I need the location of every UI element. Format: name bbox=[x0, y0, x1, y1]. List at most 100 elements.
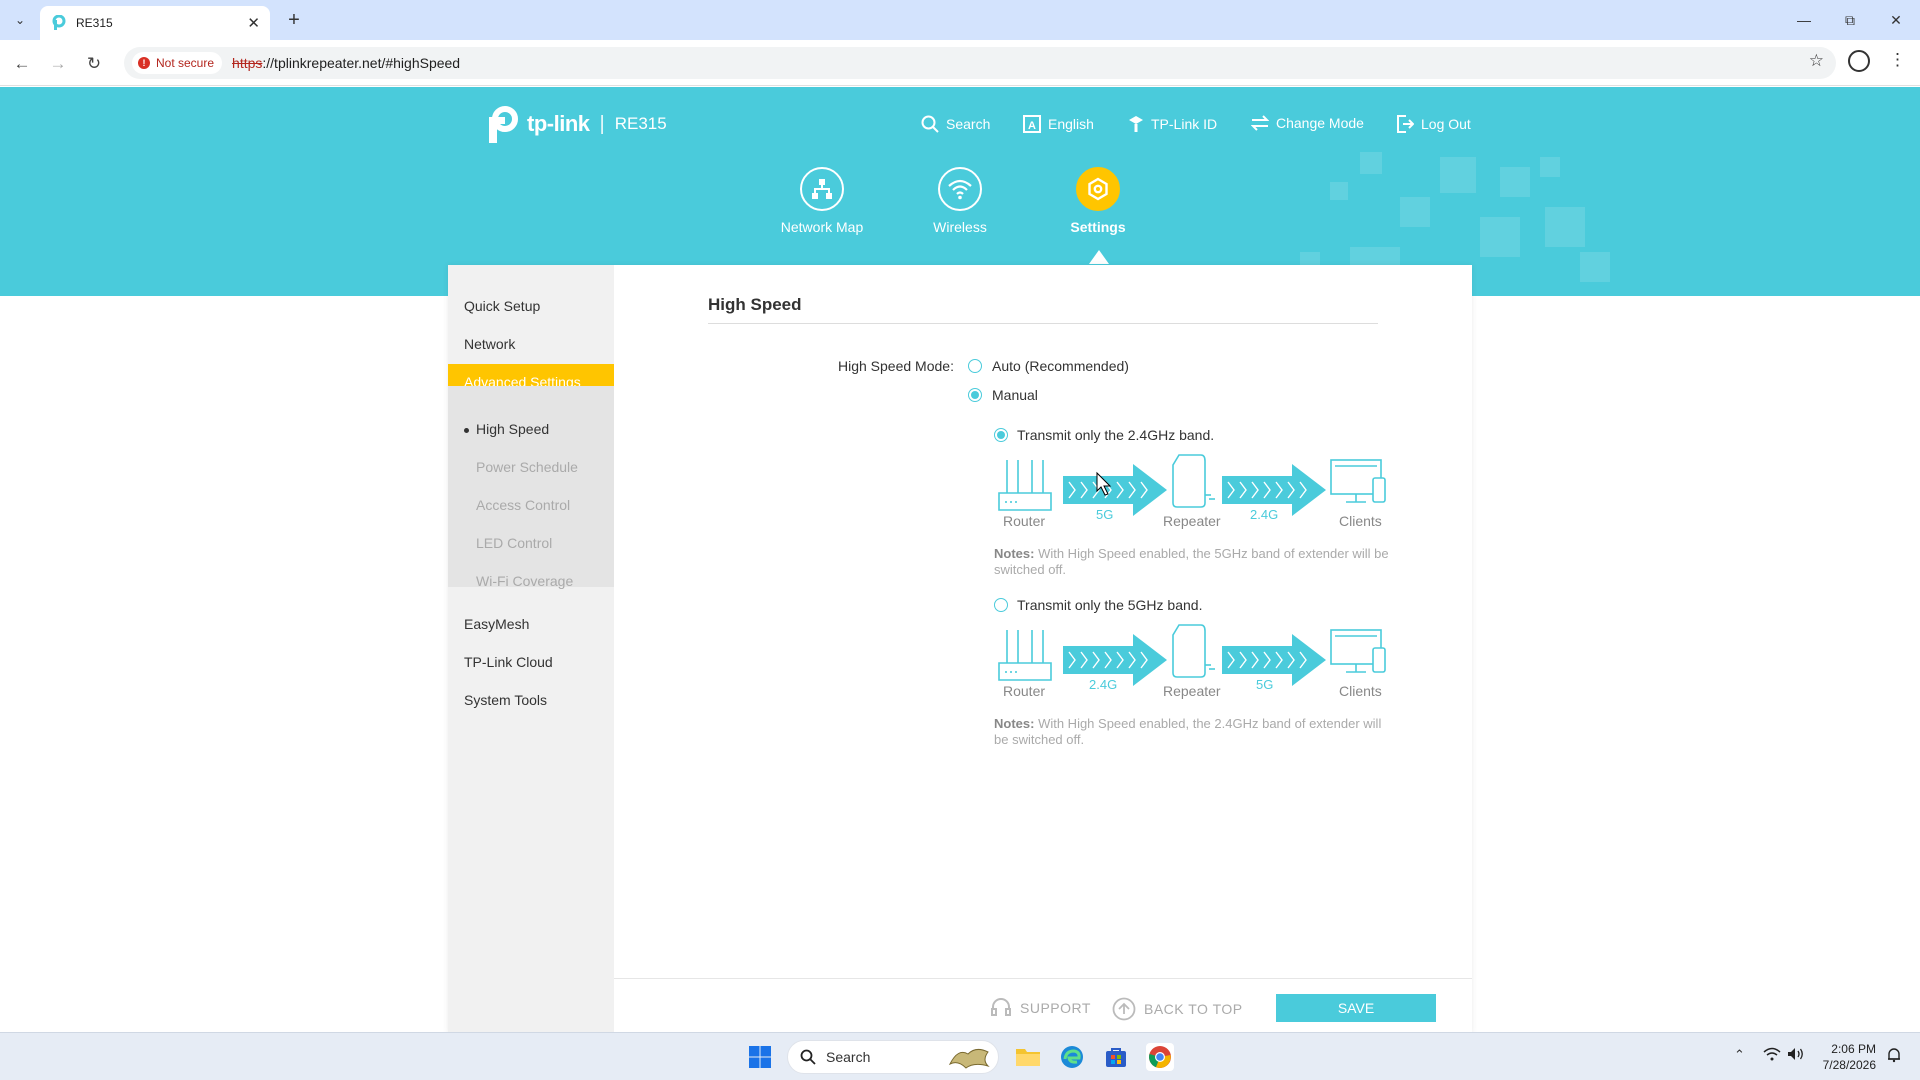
new-tab-button[interactable]: + bbox=[282, 8, 306, 32]
diagram1-repeater-label: Repeater bbox=[1163, 513, 1221, 529]
tab-close-icon[interactable]: ✕ bbox=[247, 14, 260, 32]
sidebar-sub-power-schedule[interactable]: Power Schedule bbox=[476, 459, 578, 475]
radio-transmit-24ghz[interactable] bbox=[994, 428, 1008, 442]
radio-transmit-5ghz-label[interactable]: Transmit only the 5GHz band. bbox=[1017, 597, 1202, 613]
banner-decoration bbox=[1330, 182, 1348, 200]
diagram1-router-label: Router bbox=[1003, 513, 1046, 529]
wireless-label: Wireless bbox=[933, 219, 987, 235]
warning-icon: ! bbox=[138, 57, 150, 69]
profile-icon[interactable] bbox=[1848, 50, 1870, 72]
not-secure-label: Not secure bbox=[156, 56, 215, 70]
address-bar[interactable]: ! Not secure https ://tplinkrepeater.net… bbox=[124, 47, 1836, 79]
tplink-logo: tp-link | RE315 bbox=[483, 105, 667, 143]
clock-date: 7/28/2026 bbox=[1822, 1058, 1876, 1072]
sidebar-sub-led-control[interactable]: LED Control bbox=[476, 535, 552, 551]
back-to-top-link[interactable]: BACK TO TOP bbox=[1112, 997, 1243, 1021]
sidebar-item-quick-setup[interactable]: Quick Setup bbox=[448, 288, 614, 324]
wifi-icon bbox=[938, 167, 982, 211]
radio-auto-label[interactable]: Auto (Recommended) bbox=[992, 358, 1129, 374]
bookmark-star-icon[interactable]: ☆ bbox=[1809, 51, 1824, 71]
windows-taskbar: Search ⌃ 2:06 PM 7/28/2026 bbox=[0, 1032, 1920, 1080]
browser-menu-icon[interactable]: ⋮ bbox=[1889, 50, 1906, 70]
radio-transmit-24ghz-label[interactable]: Transmit only the 2.4GHz band. bbox=[1017, 427, 1214, 443]
browser-tab[interactable]: RE315 ✕ bbox=[40, 6, 270, 40]
banner-decoration bbox=[1500, 167, 1530, 197]
sidebar-sub-wifi-coverage[interactable]: Wi-Fi Coverage bbox=[476, 573, 573, 589]
taskbar-search[interactable]: Search bbox=[787, 1040, 999, 1074]
diagram1-notes: Notes: With High Speed enabled, the 5GHz… bbox=[994, 546, 1394, 578]
search-link-label: Search bbox=[946, 116, 991, 132]
forward-icon[interactable]: → bbox=[46, 52, 70, 76]
logout-icon bbox=[1397, 115, 1414, 133]
restore-button[interactable]: ⧉ bbox=[1836, 8, 1864, 32]
notes-prefix: Notes: bbox=[994, 546, 1035, 561]
submenu-panel bbox=[448, 386, 614, 587]
router-admin-page: tp-link | RE315 Search A English TP-Link… bbox=[0, 87, 1920, 1032]
network-map-label: Network Map bbox=[780, 219, 864, 235]
svg-text:A: A bbox=[1028, 120, 1036, 132]
system-clock[interactable]: 2:06 PM 7/28/2026 bbox=[1823, 1041, 1876, 1073]
change-mode-link[interactable]: Change Mode bbox=[1251, 115, 1364, 131]
tplink-id-link[interactable]: TP-Link ID bbox=[1128, 115, 1217, 133]
radio-transmit-5ghz[interactable] bbox=[994, 598, 1008, 612]
minimize-button[interactable]: — bbox=[1790, 8, 1818, 32]
browser-tabstrip: ⌄ RE315 ✕ + — ⧉ ✕ bbox=[0, 0, 1920, 40]
notification-bell-icon[interactable] bbox=[1886, 1047, 1902, 1066]
url-scheme: https bbox=[232, 55, 263, 71]
file-explorer-icon[interactable] bbox=[1014, 1043, 1042, 1071]
sidebar-sub-high-speed[interactable]: High Speed bbox=[476, 421, 549, 437]
not-secure-badge[interactable]: ! Not secure bbox=[132, 52, 223, 74]
diagram2-band-in: 2.4G bbox=[1089, 677, 1118, 692]
page-title: High Speed bbox=[708, 295, 802, 314]
save-button[interactable]: SAVE bbox=[1276, 994, 1436, 1022]
clock-time: 2:06 PM bbox=[1831, 1042, 1876, 1056]
tab-search-icon[interactable]: ⌄ bbox=[8, 8, 32, 32]
banner-decoration bbox=[1545, 207, 1585, 247]
sidebar-item-tplink-cloud[interactable]: TP-Link Cloud bbox=[448, 644, 614, 680]
tray-overflow-icon[interactable]: ⌃ bbox=[1734, 1047, 1745, 1063]
banner-decoration bbox=[1540, 157, 1560, 177]
back-icon[interactable]: ← bbox=[10, 52, 34, 76]
notes-text: With High Speed enabled, the 5GHz band o… bbox=[994, 546, 1389, 577]
windows-start-icon[interactable] bbox=[746, 1043, 774, 1071]
tab-wireless[interactable]: Wireless bbox=[890, 167, 1030, 235]
diagram2-repeater-label: Repeater bbox=[1163, 683, 1221, 699]
tab-settings[interactable]: Settings bbox=[1028, 167, 1168, 235]
support-link[interactable]: SUPPORT bbox=[990, 997, 1091, 1019]
sidebar-item-network[interactable]: Network bbox=[448, 326, 614, 362]
search-link[interactable]: Search bbox=[921, 115, 990, 133]
logout-link[interactable]: Log Out bbox=[1396, 115, 1471, 133]
sidebar-item-easymesh[interactable]: EasyMesh bbox=[448, 606, 614, 642]
banner-decoration bbox=[1440, 157, 1476, 193]
wifi-status-icon[interactable] bbox=[1763, 1047, 1781, 1064]
radio-auto[interactable] bbox=[968, 359, 982, 373]
banner-decoration bbox=[1480, 217, 1520, 257]
reload-icon[interactable]: ↻ bbox=[82, 52, 106, 76]
url-text: ://tplinkrepeater.net/#highSpeed bbox=[262, 55, 461, 71]
radio-manual-label[interactable]: Manual bbox=[992, 387, 1038, 403]
gear-icon bbox=[1076, 167, 1120, 211]
diagram2-notes: Notes: With High Speed enabled, the 2.4G… bbox=[994, 716, 1394, 748]
browser-toolbar: ← → ↻ ! Not secure https ://tplinkrepeat… bbox=[0, 40, 1920, 86]
banner-decoration bbox=[1360, 152, 1382, 174]
network-map-icon bbox=[800, 167, 844, 211]
chrome-browser-icon[interactable] bbox=[1146, 1043, 1174, 1071]
language-selector[interactable]: A English bbox=[1023, 115, 1094, 133]
settings-card: Quick Setup Network Advanced Settings Hi… bbox=[448, 265, 1472, 1032]
microsoft-store-icon[interactable] bbox=[1102, 1043, 1130, 1071]
edge-browser-icon[interactable] bbox=[1058, 1043, 1086, 1071]
radio-manual[interactable] bbox=[968, 388, 982, 402]
brand-name: tp-link bbox=[527, 111, 590, 136]
tab-network-map[interactable]: Network Map bbox=[752, 167, 892, 235]
sidebar-sub-access-control[interactable]: Access Control bbox=[476, 497, 570, 513]
settings-label: Settings bbox=[1070, 219, 1126, 235]
language-label: English bbox=[1048, 116, 1094, 132]
arrow-up-circle-icon bbox=[1112, 997, 1136, 1021]
support-label: SUPPORT bbox=[1020, 1000, 1091, 1016]
diagram1-clients-label: Clients bbox=[1339, 513, 1382, 529]
sidebar-item-system-tools[interactable]: System Tools bbox=[448, 682, 614, 718]
volume-icon[interactable] bbox=[1787, 1047, 1805, 1064]
change-mode-label: Change Mode bbox=[1276, 115, 1364, 131]
close-window-button[interactable]: ✕ bbox=[1882, 8, 1910, 32]
active-bullet-icon bbox=[464, 428, 469, 433]
